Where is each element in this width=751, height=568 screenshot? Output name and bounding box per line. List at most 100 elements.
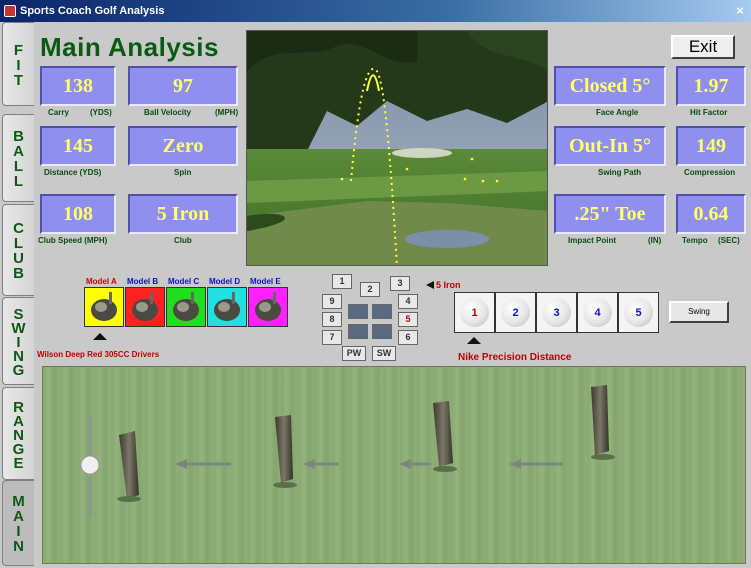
club-speed-value: 108 [63, 203, 93, 225]
ball-velocity-unit: (MPH) [215, 108, 239, 117]
iron-sw[interactable]: SW [372, 346, 396, 361]
tab-fit[interactable]: FIT [2, 22, 34, 106]
tab-range[interactable]: RANGE [2, 387, 34, 480]
face-angle-value: Closed 5° [569, 75, 651, 97]
iron-thumb [348, 304, 368, 319]
ball-icon: 2 [501, 298, 530, 327]
swing-path-value: Out-In 5° [569, 135, 651, 157]
club-value: 5 Iron [156, 203, 210, 225]
tab-ball[interactable]: BALL [2, 114, 34, 202]
face-angle-readout: Closed 5° [554, 66, 666, 106]
swing-path-readout: Out-In 5° [554, 126, 666, 166]
exit-button[interactable]: Exit [671, 35, 735, 59]
driver-head-icon [91, 292, 117, 321]
close-button[interactable]: × [732, 3, 748, 18]
selected-iron-note: 5 Iron [426, 280, 461, 290]
window-title: Sports Coach Golf Analysis [20, 5, 165, 17]
driver-model-option[interactable] [207, 287, 247, 327]
impact-point-label: Impact Point [568, 236, 617, 245]
driver-model-option[interactable] [84, 287, 124, 327]
ball-option[interactable]: 3 [536, 292, 577, 333]
iron-pw[interactable]: PW [342, 346, 366, 361]
distance-value: 145 [63, 135, 93, 157]
arrow-left-icon [509, 459, 563, 469]
carry-unit: (YDS) [90, 108, 112, 117]
ball-option[interactable]: 2 [495, 292, 536, 333]
hit-factor-readout: 1.97 [676, 66, 746, 106]
iron-9[interactable]: 9 [322, 294, 342, 309]
hit-factor-label: Hit Factor [690, 108, 728, 117]
course-scene [247, 31, 547, 265]
model-label: Model B [127, 277, 159, 286]
arrow-left-icon [303, 459, 339, 469]
carry-readout: 138 [40, 66, 116, 106]
side-tabs: FIT BALL CLUB SWING RANGE MAIN [0, 22, 34, 568]
club-speed-readout: 108 [40, 194, 116, 234]
model-label: Model D [209, 277, 241, 286]
club-head-icon [433, 401, 457, 472]
compression-label: Compression [684, 168, 736, 177]
model-label: Model C [168, 277, 200, 286]
iron-1[interactable]: 1 [332, 274, 352, 289]
iron-selector: 1 2 3 4 5 6 7 8 9 PW SW [318, 272, 422, 361]
compression-readout: 149 [676, 126, 746, 166]
tab-swing-label: SWING [10, 306, 27, 376]
driver-model-option[interactable] [125, 287, 165, 327]
driver-model-option[interactable] [248, 287, 288, 327]
ball-selector: 1 2 3 4 5 [454, 292, 659, 333]
ball-icon: 1 [460, 298, 489, 327]
impact-point-unit: (IN) [648, 236, 662, 245]
iron-thumb [372, 304, 392, 319]
iron-thumb [348, 324, 368, 339]
tempo-readout: 0.64 [676, 194, 746, 234]
driver-brand-label: Wilson Deep Red 305CC Drivers [37, 350, 160, 359]
driver-head-icon [132, 292, 158, 321]
hit-factor-value: 1.97 [693, 75, 729, 97]
app-icon [4, 5, 16, 17]
driver-head-icon [214, 292, 240, 321]
ball-velocity-label: Ball Velocity [144, 108, 192, 117]
swing-sequence-panel [42, 366, 746, 564]
shot-trajectory-photo [246, 30, 548, 266]
model-pointer-icon [93, 333, 107, 340]
distance-readout: 145 [40, 126, 116, 166]
driver-model-option[interactable] [166, 287, 206, 327]
ball-velocity-value: 97 [173, 75, 193, 97]
ball-pointer-icon [467, 337, 481, 344]
ball-icon: 3 [542, 298, 571, 327]
iron-6[interactable]: 6 [398, 330, 418, 345]
carry-label: Carry [48, 108, 69, 117]
tempo-unit: (SEC) [718, 236, 740, 245]
iron-7[interactable]: 7 [322, 330, 342, 345]
spin-label: Spin [174, 168, 192, 177]
ball-velocity-readout: 97 [128, 66, 238, 106]
club-speed-label: Club Speed (MPH) [38, 236, 108, 245]
impact-point-value: .25" Toe [574, 203, 646, 225]
iron-4[interactable]: 4 [398, 294, 418, 309]
iron-5[interactable]: 5 [398, 312, 418, 327]
tab-club[interactable]: CLUB [2, 204, 34, 296]
tab-main[interactable]: MAIN [2, 480, 34, 566]
ball-option[interactable]: 4 [577, 292, 618, 333]
ball-icon: 4 [583, 298, 612, 327]
club-head-icon [591, 385, 615, 460]
iron-3[interactable]: 3 [390, 276, 410, 291]
page-title: Main Analysis [40, 32, 219, 62]
tempo-value: 0.64 [693, 203, 729, 225]
arrow-left-icon [426, 281, 434, 289]
main-window: FIT BALL CLUB SWING RANGE MAIN Main Anal… [0, 22, 751, 568]
club-label: Club [174, 236, 192, 245]
tab-swing[interactable]: SWING [2, 297, 34, 385]
iron-8[interactable]: 8 [322, 312, 342, 327]
driver-head-icon [173, 292, 199, 321]
iron-thumb [372, 324, 392, 339]
swing-path-label: Swing Path [598, 168, 642, 177]
iron-2[interactable]: 2 [360, 282, 380, 297]
club-head-icon [273, 415, 297, 488]
arrow-left-icon [175, 459, 231, 469]
impact-point-readout: .25" Toe [554, 194, 666, 234]
ball-option[interactable]: 1 [454, 292, 495, 333]
title-bar: Sports Coach Golf Analysis × [0, 0, 751, 22]
ball-option[interactable]: 5 [618, 292, 659, 333]
swing-button[interactable]: Swing [669, 301, 729, 323]
